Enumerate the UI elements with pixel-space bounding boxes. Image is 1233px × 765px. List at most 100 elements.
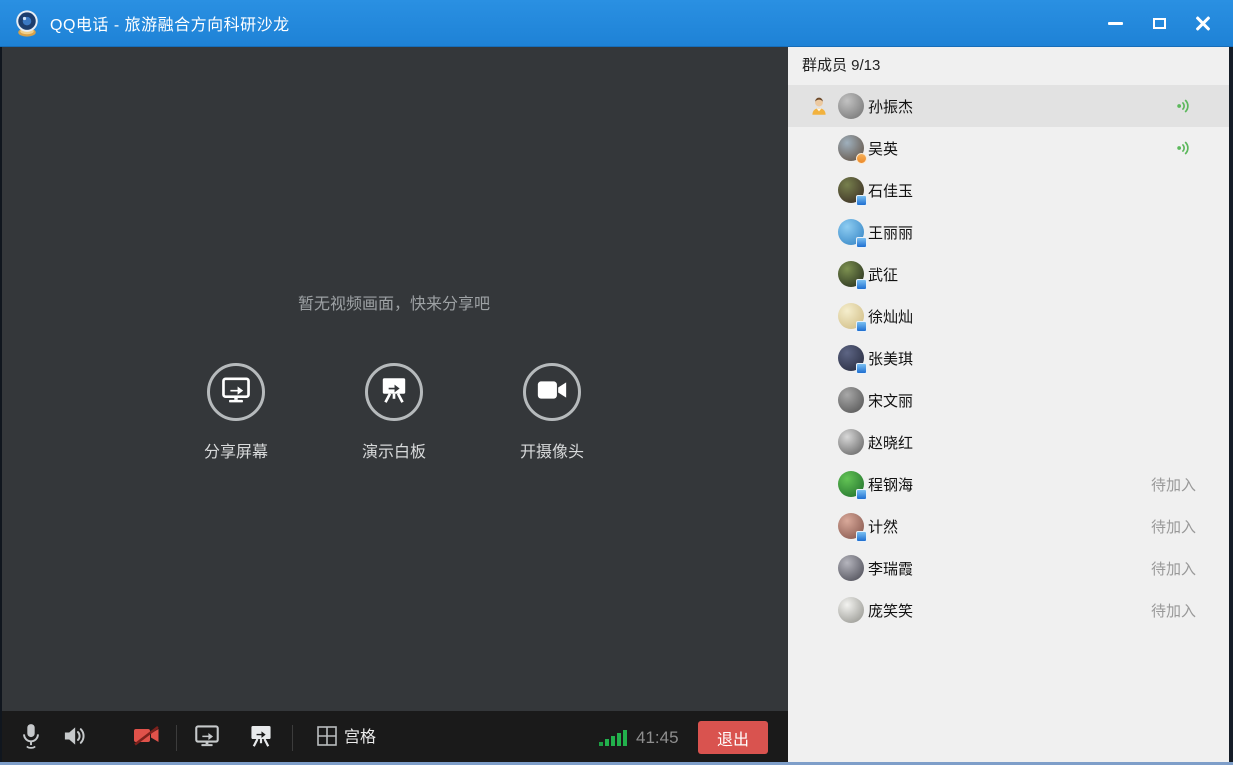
self-person-icon (808, 95, 830, 117)
member-row[interactable]: 张美琪 (788, 337, 1233, 379)
member-name: 赵晓红 (868, 434, 914, 452)
camera-off-icon (130, 723, 164, 754)
empty-video-hint: 暂无视频画面，快来分享吧 (297, 296, 490, 313)
member-status-label: 待加入 (1150, 602, 1196, 620)
qq-call-window: QQ电话 - 旅游融合方向科研沙龙 暂无视频画面，快来分享吧 分享屏幕 演示白板… (0, 0, 1233, 765)
member-row[interactable]: 吴英 (788, 127, 1233, 169)
member-name: 孙振杰 (868, 98, 914, 116)
member-name: 武征 (868, 266, 899, 284)
screen-share-icon (193, 722, 221, 755)
member-avatar (838, 261, 867, 290)
screen-share-icon (220, 374, 252, 411)
webcam-app-icon (12, 8, 42, 38)
window-title: QQ电话 - 旅游融合方向科研沙龙 (50, 17, 290, 34)
device-badge (856, 237, 867, 248)
device-badge (856, 153, 867, 164)
member-name: 计然 (868, 518, 899, 536)
speaking-indicator-icon (1175, 97, 1193, 115)
minimize-icon (1107, 22, 1123, 25)
member-name: 张美琪 (868, 350, 914, 368)
members-panel: 群成员 9/13 孙振杰 吴英 石佳玉 王丽丽 武征 徐灿灿 张美琪 宋文丽 赵… (788, 47, 1233, 765)
member-avatar (838, 135, 867, 164)
member-avatar (838, 387, 864, 413)
video-stage: 暂无视频画面，快来分享吧 分享屏幕 演示白板 开摄像头 (0, 47, 788, 711)
member-status-label: 待加入 (1150, 476, 1196, 494)
grid-layout-button[interactable] (316, 725, 338, 749)
camera-off-button[interactable] (130, 725, 164, 751)
close-icon (1195, 16, 1211, 32)
member-avatar (838, 513, 867, 542)
window-edge (1229, 47, 1233, 765)
camera-icon (536, 375, 568, 410)
window-edge (0, 47, 2, 765)
member-avatar (838, 597, 864, 623)
member-name: 王丽丽 (868, 224, 914, 242)
speaker-button[interactable] (59, 724, 89, 752)
call-duration: 41:45 (636, 728, 679, 747)
whiteboard-icon (378, 374, 410, 411)
speaker-icon (60, 722, 88, 755)
member-row[interactable]: 程钢海 待加入 (788, 463, 1233, 505)
stage-actions: 分享屏幕 演示白板 开摄像头 (0, 363, 788, 462)
members-header: 群成员 9/13 (788, 47, 1233, 85)
share-screen-button[interactable]: 分享屏幕 (177, 363, 295, 462)
member-avatar (838, 471, 867, 500)
member-name: 石佳玉 (868, 182, 914, 200)
member-name: 徐灿灿 (868, 308, 914, 326)
member-name: 程钢海 (868, 476, 914, 494)
member-avatar (838, 429, 864, 455)
toolbar-share-screen-button[interactable] (192, 724, 222, 752)
exit-button[interactable]: 退出 (698, 721, 768, 754)
member-row[interactable]: 王丽丽 (788, 211, 1233, 253)
open-camera-button[interactable]: 开摄像头 (493, 363, 611, 462)
toolbar-separator (176, 725, 177, 751)
open-camera-circle (523, 363, 581, 421)
window-controls (1093, 0, 1225, 47)
maximize-icon (1152, 18, 1166, 29)
toolbar-whiteboard-button[interactable] (246, 724, 276, 752)
member-list: 孙振杰 吴英 石佳玉 王丽丽 武征 徐灿灿 张美琪 宋文丽 赵晓红 程钢海 待加… (788, 85, 1233, 631)
member-avatar (838, 177, 867, 206)
member-row[interactable]: 孙振杰 (788, 85, 1233, 127)
member-name: 李瑞霞 (868, 560, 914, 578)
member-name: 宋文丽 (868, 392, 914, 410)
member-row[interactable]: 徐灿灿 (788, 295, 1233, 337)
member-avatar (838, 555, 864, 581)
toolbar-separator (292, 725, 293, 751)
close-button[interactable] (1181, 0, 1225, 47)
whiteboard-icon (247, 722, 275, 755)
whiteboard-circle (365, 363, 423, 421)
member-avatar (838, 93, 864, 119)
open-camera-label: 开摄像头 (519, 444, 584, 461)
microphone-button[interactable] (16, 723, 46, 753)
member-row[interactable]: 武征 (788, 253, 1233, 295)
device-badge (856, 363, 867, 374)
whiteboard-button[interactable]: 演示白板 (335, 363, 453, 462)
device-badge (856, 321, 867, 332)
member-status-label: 待加入 (1150, 518, 1196, 536)
member-avatar (838, 303, 867, 332)
member-name: 吴英 (868, 140, 899, 158)
member-row[interactable]: 宋文丽 (788, 379, 1233, 421)
grid-layout-label[interactable]: 宫格 (344, 711, 376, 765)
member-row[interactable]: 李瑞霞 待加入 (788, 547, 1233, 589)
share-screen-label: 分享屏幕 (203, 444, 268, 461)
member-avatar (838, 219, 867, 248)
share-screen-circle (207, 363, 265, 421)
maximize-button[interactable] (1137, 0, 1181, 47)
member-row[interactable]: 计然 待加入 (788, 505, 1233, 547)
titlebar: QQ电话 - 旅游融合方向科研沙龙 (0, 0, 1233, 47)
signal-strength-icon (597, 728, 627, 753)
member-row[interactable]: 庞笑笑 待加入 (788, 589, 1233, 631)
device-badge (856, 195, 867, 206)
member-status-label: 待加入 (1150, 560, 1196, 578)
device-badge (856, 531, 867, 542)
member-row[interactable]: 石佳玉 (788, 169, 1233, 211)
member-row[interactable]: 赵晓红 (788, 421, 1233, 463)
device-badge (856, 489, 867, 500)
device-badge (856, 279, 867, 290)
minimize-button[interactable] (1093, 0, 1137, 47)
member-avatar (838, 345, 867, 374)
microphone-icon (18, 721, 44, 756)
member-name: 庞笑笑 (868, 602, 914, 620)
